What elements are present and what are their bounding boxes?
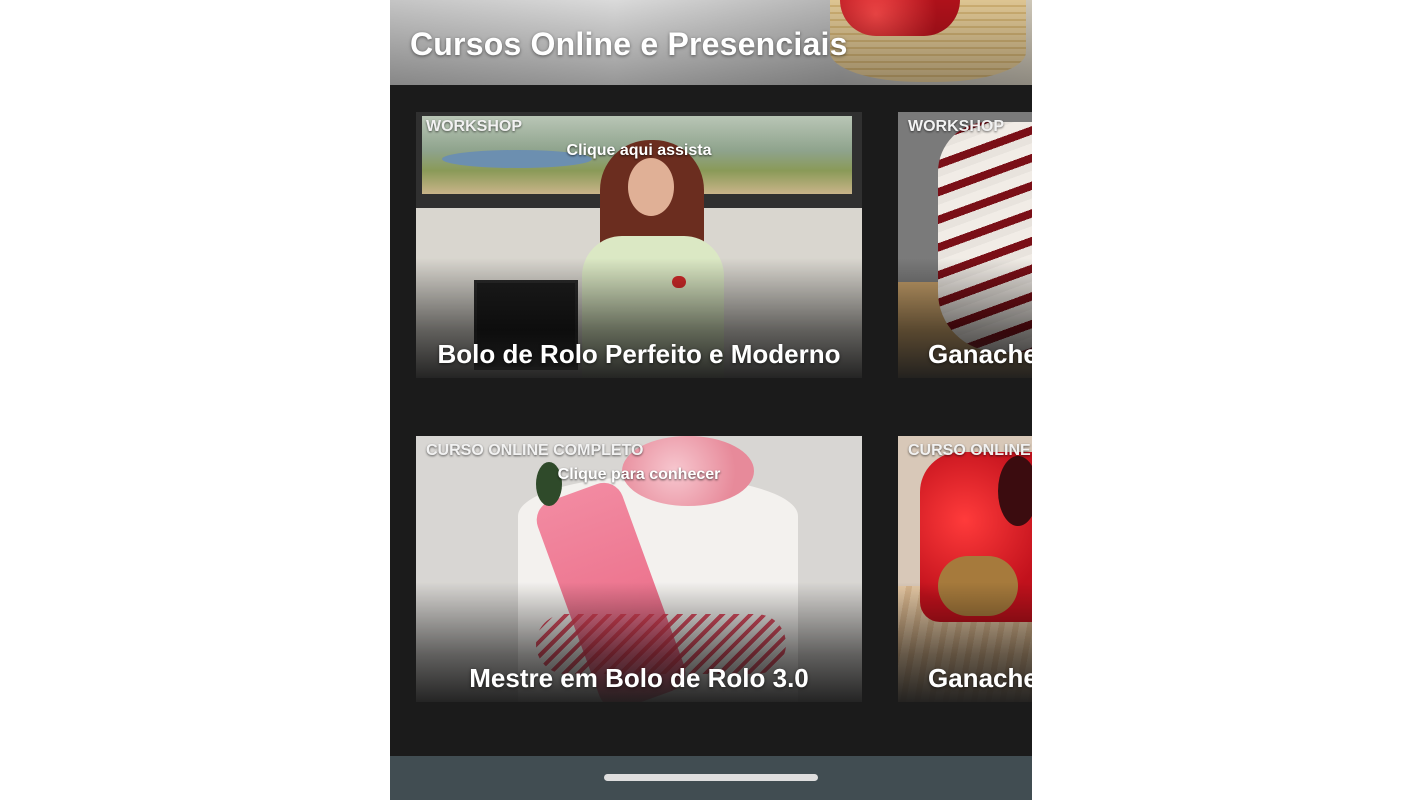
card-image-cake-center (998, 456, 1032, 526)
card-category-tag: WORKSHOP (908, 118, 1004, 135)
card-watch-link[interactable]: Clique aqui assista (416, 142, 862, 160)
card-title: Ganache (928, 663, 1032, 693)
course-card-ganache-online[interactable]: CURSO ONLINE C Ganache (898, 436, 1032, 702)
course-card-bolo-de-rolo-perfeito[interactable]: WORKSHOP Clique aqui assista Bolo de Rol… (416, 112, 862, 378)
card-title: Bolo de Rolo Perfeito e Moderno (437, 339, 841, 369)
page-title: Cursos Online e Presenciais (410, 26, 848, 62)
card-category-tag: CURSO ONLINE C (908, 442, 1032, 459)
card-title: Ganache (928, 339, 1032, 369)
system-navigation-bar (390, 756, 1032, 800)
course-card-mestre-em-bolo-de-rolo[interactable]: CURSO ONLINE COMPLETO Clique para conhec… (416, 436, 862, 702)
card-learn-more-link[interactable]: Clique para conhecer (416, 466, 862, 484)
card-category-tag: CURSO ONLINE COMPLETO (426, 442, 644, 459)
hero-banner: Cursos Online e Presenciais (390, 0, 1032, 85)
course-card-ganache-workshop[interactable]: WORKSHOP Ganache (898, 112, 1032, 378)
home-indicator[interactable] (604, 774, 818, 781)
app-screen: Cursos Online e Presenciais WORKSHOP Cli… (390, 0, 1032, 800)
card-title: Mestre em Bolo de Rolo 3.0 (469, 663, 809, 693)
card-category-tag: WORKSHOP (426, 118, 522, 135)
